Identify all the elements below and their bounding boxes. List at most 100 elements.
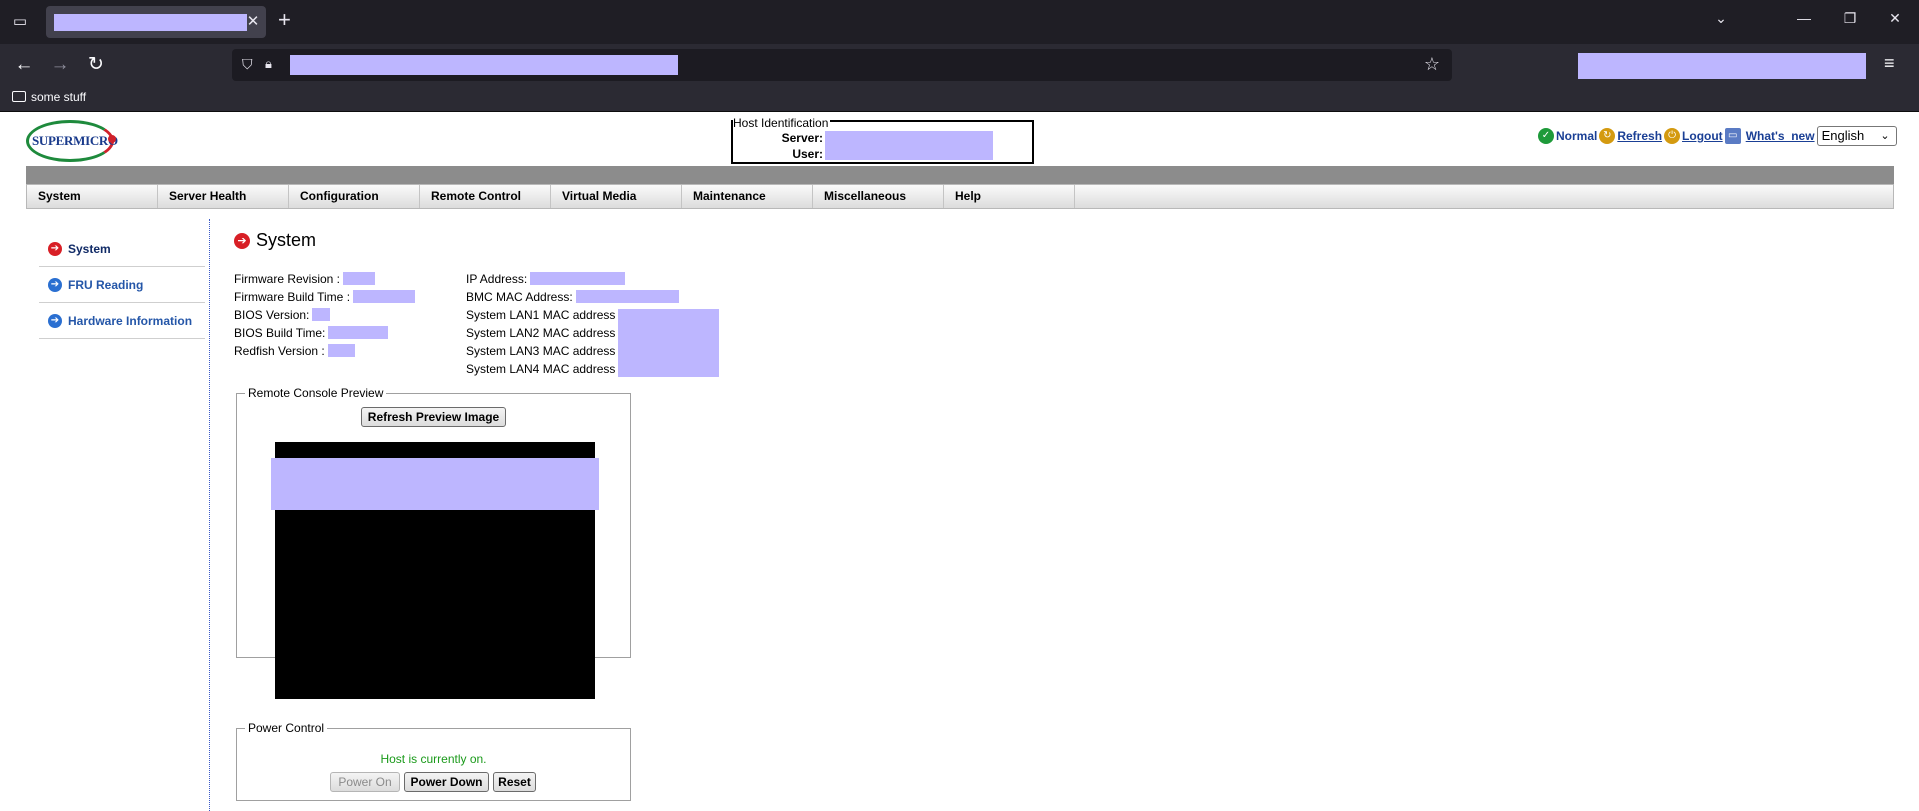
browser-nav-bar: ← → ↻ ⛉ 🔒︎ ☆ ≡ [0,44,1919,86]
power-on-button[interactable]: Power On [330,772,400,792]
browser-tab-bar: ▭ ✕ + ⌄ — ❐ ✕ [0,0,1919,44]
check-circle-icon: ✓ [1538,128,1554,144]
header-divider-bar [26,166,1894,184]
menu-system[interactable]: System [27,185,158,208]
menu-server-health[interactable]: Server Health [158,185,289,208]
sidebar: ➔ System ➔ FRU Reading ➔ Hardware Inform… [39,231,205,339]
sidebar-item-label: Hardware Information [68,313,193,328]
redacted-value [328,326,389,339]
menu-miscellaneous[interactable]: Miscellaneous [813,185,944,208]
new-tab-icon[interactable]: + [278,9,291,31]
close-icon[interactable]: ✕ [244,12,262,32]
firmware-build-time-label: Firmware Build Time : [234,290,351,304]
firmware-build-time-row: Firmware Build Time : [234,288,416,306]
redfish-version-row: Redfish Version : [234,342,355,360]
redacted-toolbar-area [1578,53,1866,79]
lan1-mac-row: System LAN1 MAC address [466,306,615,324]
lan1-mac-label: System LAN1 MAC address [466,308,616,322]
web-page: SUPERMICRO Host Identification Server: U… [0,113,1919,811]
redacted-value [312,308,331,321]
arrow-right-icon: ➔ [234,232,250,249]
menu-virtual-media[interactable]: Virtual Media [551,185,682,208]
ip-address-row: IP Address: [466,270,626,288]
sidebar-item-hardware-information[interactable]: ➔ Hardware Information [39,303,205,339]
bookmark-folder[interactable]: some stuff [12,90,86,104]
back-arrow-icon[interactable]: ← [10,53,38,77]
header-actions: ✓ Normal ↻ Refresh ⏻ Logout ▭ What's_new… [1538,126,1897,146]
firmware-revision-label: Firmware Revision : [234,272,341,286]
sidebar-item-label: FRU Reading [68,277,144,292]
language-select[interactable]: English ⌄ [1816,126,1897,146]
redacted-preview-content [271,458,599,510]
ip-address-label: IP Address: [466,272,528,286]
chevron-down-icon: ⌄ [1880,130,1890,142]
server-label: Server: [781,131,823,145]
menu-maintenance[interactable]: Maintenance [682,185,813,208]
bios-version-label: BIOS Version: [234,308,310,322]
sidebar-item-system[interactable]: ➔ System [39,231,205,267]
redacted-lan-macs [618,309,719,377]
lan3-mac-label: System LAN3 MAC address [466,344,616,358]
sidebar-item-fru-reading[interactable]: ➔ FRU Reading [39,267,205,303]
power-control-box: Power Control Host is currently on. Powe… [236,721,631,801]
bookmark-label: some stuff [31,90,87,104]
reload-icon[interactable]: ↻ [82,53,110,77]
lan3-mac-row: System LAN3 MAC address [466,342,615,360]
hamburger-menu-icon[interactable]: ≡ [1884,53,1895,74]
redacted-url [290,55,678,75]
main-content: ➔ System [234,230,316,251]
host-identification-legend: Host Identification [733,116,831,130]
main-menu-bar: System Server Health Configuration Remot… [26,184,1894,209]
logo-dot [108,135,116,143]
arrow-right-icon: ➔ [48,241,62,256]
redfish-version-label: Redfish Version : [234,344,325,358]
bmc-mac-row: BMC MAC Address: [466,288,679,306]
sidebar-divider [209,219,210,811]
window-close-icon[interactable]: ✕ [1883,10,1907,27]
host-status-text: Host is currently on. [380,752,487,766]
arrow-right-icon: ➔ [48,277,62,292]
menu-configuration[interactable]: Configuration [289,185,420,208]
arrow-right-icon: ➔ [48,313,62,328]
supermicro-logo: SUPERMICRO [26,118,118,164]
bios-build-time-row: BIOS Build Time: [234,324,389,342]
redacted-tab-title [54,14,247,31]
minimize-icon[interactable]: — [1792,10,1816,26]
host-identification-box: Host Identification Server: User: [731,116,1034,164]
menu-help[interactable]: Help [944,185,1075,208]
url-bar[interactable]: ⛉ 🔒︎ ☆ [232,49,1452,81]
lan4-mac-label: System LAN4 MAC address [466,362,616,376]
redacted-host-info [825,131,993,160]
chevron-down-icon[interactable]: ⌄ [1709,10,1733,27]
refresh-link[interactable]: Refresh [1617,129,1662,143]
forward-arrow-icon[interactable]: → [46,53,74,77]
bookmark-star-icon[interactable]: ☆ [1424,54,1440,75]
user-label: User: [792,147,823,161]
logout-link[interactable]: Logout [1682,129,1723,143]
redacted-value [343,272,376,285]
bios-version-row: BIOS Version: [234,306,331,324]
monitor-icon[interactable]: ▭ [1724,128,1741,144]
folder-icon [12,91,26,102]
redacted-value [530,272,626,285]
redacted-value [327,344,355,357]
lock-icon[interactable]: 🔒︎ [265,56,272,72]
tab-list-icon[interactable]: ▭ [8,12,32,32]
page-title-text: System [256,230,317,250]
bookmarks-bar: some stuff [0,86,1919,112]
remote-console-preview-box: Remote Console Preview Refresh Preview I… [236,386,631,699]
reset-button[interactable]: Reset [493,772,536,792]
status-normal: Normal [1556,129,1598,143]
shield-icon[interactable]: ⛉ [242,56,253,73]
firmware-revision-row: Firmware Revision : [234,270,376,288]
restore-icon[interactable]: ❐ [1838,10,1862,27]
refresh-icon[interactable]: ↻ [1599,128,1616,144]
power-down-button[interactable]: Power Down [404,772,489,792]
bios-build-time-label: BIOS Build Time: [234,326,326,340]
menu-remote-control[interactable]: Remote Control [420,185,551,208]
bmc-mac-label: BMC MAC Address: [466,290,573,304]
browser-tab[interactable]: ✕ [46,6,266,38]
refresh-preview-button[interactable]: Refresh Preview Image [361,407,506,427]
logout-icon[interactable]: ⏻ [1664,128,1681,144]
whats-new-link[interactable]: What's_new [1746,129,1815,143]
